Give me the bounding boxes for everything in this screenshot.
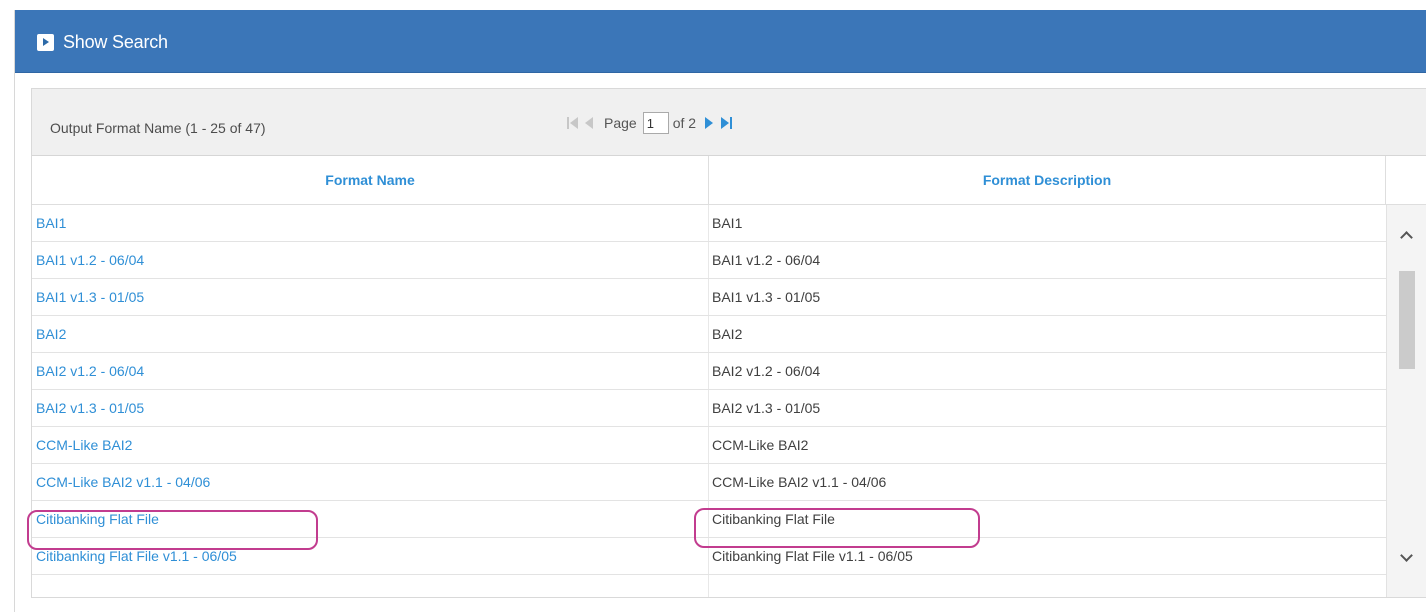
format-description: BAI1 v1.3 - 01/05 (712, 289, 821, 305)
format-description: BAI1 v1.2 - 06/04 (712, 252, 821, 268)
format-name-link[interactable]: Citibanking Flat File (36, 501, 159, 537)
grid-body: BAI1 BAI1 BAI1 v1.2 - 06/04 BAI1 v1.2 - … (32, 205, 1386, 575)
page-label: Page (604, 115, 637, 131)
output-format-panel: Show Search Output Format Name (1 - 25 o… (14, 10, 1426, 612)
search-bar: Show Search (15, 10, 1426, 73)
vertical-scrollbar[interactable] (1386, 205, 1426, 597)
format-name-link[interactable]: BAI2 (36, 316, 66, 352)
scroll-down-icon[interactable] (1400, 551, 1412, 563)
grid-caption: Output Format Name (1 - 25 of 47) (50, 120, 266, 136)
column-header-format-description[interactable]: Format Description (709, 156, 1386, 204)
expand-arrow-icon (37, 34, 54, 51)
table-row[interactable]: BAI1 v1.3 - 01/05 BAI1 v1.3 - 01/05 (32, 279, 1386, 316)
table-row[interactable]: Citibanking Flat File Citibanking Flat F… (32, 501, 1386, 538)
show-search-label: Show Search (63, 32, 168, 52)
table-row[interactable]: BAI1 BAI1 (32, 205, 1386, 242)
format-name-link[interactable]: BAI1 (36, 205, 66, 241)
table-row[interactable]: BAI2 v1.2 - 06/04 BAI2 v1.2 - 06/04 (32, 353, 1386, 390)
scroll-up-icon[interactable] (1400, 229, 1412, 241)
first-page-icon[interactable] (567, 116, 579, 130)
format-description: BAI1 (712, 215, 743, 231)
format-name-link[interactable]: BAI2 v1.3 - 01/05 (36, 390, 144, 426)
format-name-link[interactable]: CCM-Like BAI2 v1.1 - 04/06 (36, 464, 210, 500)
scrollbar-thumb[interactable] (1399, 271, 1415, 369)
format-description: BAI2 v1.2 - 06/04 (712, 363, 821, 379)
table-row[interactable]: BAI2 BAI2 (32, 316, 1386, 353)
previous-page-icon[interactable] (585, 116, 594, 130)
pager: Page of 2 (567, 112, 734, 134)
grid-header-row: Format Name Format Description (32, 156, 1426, 205)
output-format-grid: Output Format Name (1 - 25 of 47) Page o… (31, 88, 1426, 598)
format-description: BAI2 v1.3 - 01/05 (712, 400, 821, 416)
format-description: CCM-Like BAI2 v1.1 - 04/06 (712, 474, 887, 490)
table-row[interactable]: BAI2 v1.3 - 01/05 BAI2 v1.3 - 01/05 (32, 390, 1386, 427)
format-name-link[interactable]: CCM-Like BAI2 (36, 427, 132, 463)
format-description: CCM-Like BAI2 (712, 437, 809, 453)
table-row[interactable]: CCM-Like BAI2 v1.1 - 04/06 CCM-Like BAI2… (32, 464, 1386, 501)
grid-toolbar: Output Format Name (1 - 25 of 47) Page o… (32, 89, 1426, 156)
page-number-input[interactable] (642, 112, 669, 134)
format-description: Citibanking Flat File v1.1 - 06/05 (712, 548, 913, 564)
last-page-icon[interactable] (721, 116, 734, 130)
format-name-link[interactable]: BAI1 v1.3 - 01/05 (36, 279, 144, 315)
format-name-link[interactable]: BAI2 v1.2 - 06/04 (36, 353, 144, 389)
table-row[interactable]: Citibanking Flat File v1.1 - 06/05 Citib… (32, 538, 1386, 575)
table-row[interactable]: CCM-Like BAI2 CCM-Like BAI2 (32, 427, 1386, 464)
format-description: Citibanking Flat File (712, 511, 835, 527)
format-description: BAI2 (712, 326, 743, 342)
page-count-label: of 2 (672, 115, 697, 131)
format-name-link[interactable]: Citibanking Flat File v1.1 - 06/05 (36, 538, 237, 574)
format-name-link[interactable]: BAI1 v1.2 - 06/04 (36, 242, 144, 278)
table-row[interactable]: BAI1 v1.2 - 06/04 BAI1 v1.2 - 06/04 (32, 242, 1386, 279)
show-search-toggle[interactable]: Show Search (37, 32, 168, 53)
next-page-icon[interactable] (704, 116, 714, 130)
column-header-format-name[interactable]: Format Name (32, 156, 709, 204)
